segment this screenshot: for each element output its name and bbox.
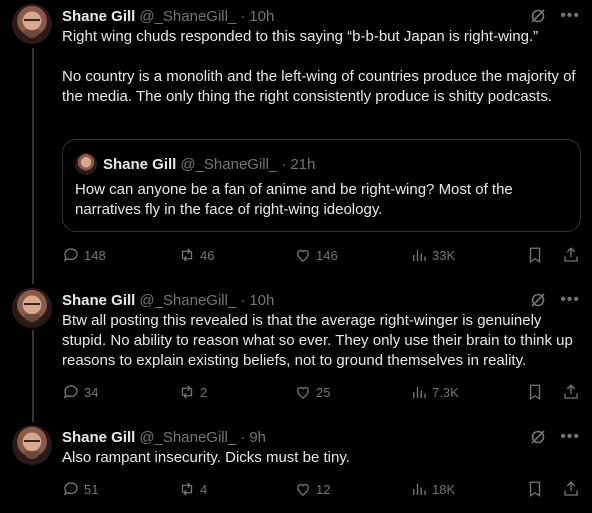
like-icon: [297, 483, 309, 496]
repost-count: 2: [200, 384, 208, 400]
tweet-text: Right wing chuds responded to this sayin…: [62, 28, 576, 105]
like-count: 12: [316, 481, 331, 497]
avatar[interactable]: [12, 4, 52, 44]
tweet-header: Shane Gill @_ShaneGill_ · 10h •••: [62, 290, 580, 310]
views-icon: [413, 483, 426, 495]
avatar[interactable]: [12, 288, 52, 328]
quote-header: Shane Gill @_ShaneGill_ · 21h: [103, 153, 315, 175]
views-button[interactable]: 33K: [410, 246, 526, 264]
author-handle[interactable]: @_ShaneGill_: [139, 292, 236, 309]
reply-icon: [63, 385, 78, 399]
like-button[interactable]: 25: [294, 383, 410, 401]
action-bar: 34 2 25 7.3K: [62, 382, 580, 402]
author-name[interactable]: Shane Gill: [62, 292, 135, 309]
tweet-text: Btw all posting this revealed is that th…: [62, 312, 578, 369]
repost-icon: [181, 385, 193, 399]
views-icon: [413, 249, 426, 261]
repost-button[interactable]: 2: [178, 383, 294, 401]
grok-icon[interactable]: [530, 292, 546, 308]
reply-button[interactable]: 148: [62, 246, 178, 264]
author-handle[interactable]: @_ShaneGill_: [139, 429, 236, 446]
action-bar: 148 46 146 33K: [62, 245, 580, 265]
author-name[interactable]: Shane Gill: [62, 8, 135, 25]
reply-count: 51: [84, 481, 99, 497]
tweet-2[interactable]: Shane Gill @_ShaneGill_ · 10h ••• Btw al…: [0, 284, 592, 418]
quote-avatar: [75, 153, 97, 175]
views-icon: [413, 386, 426, 398]
repost-count: 46: [200, 247, 215, 263]
like-button[interactable]: 146: [294, 246, 410, 264]
repost-icon: [181, 248, 193, 262]
like-button[interactable]: 12: [294, 480, 410, 498]
reply-icon: [63, 482, 78, 496]
quoted-tweet[interactable]: Shane Gill @_ShaneGill_ · 21h How can an…: [62, 139, 581, 232]
reply-count: 34: [84, 384, 99, 400]
views-count: 7.3K: [432, 384, 459, 400]
timestamp[interactable]: 10h: [249, 292, 274, 309]
more-icon[interactable]: •••: [560, 292, 580, 308]
bookmark-icon[interactable]: [526, 383, 544, 401]
action-bar: 51 4 12 18K: [62, 479, 580, 499]
tweet-text: Also rampant insecurity. Dicks must be t…: [62, 449, 350, 466]
reply-button[interactable]: 34: [62, 383, 178, 401]
grok-icon[interactable]: [530, 8, 546, 24]
separator-dot: ·: [281, 155, 287, 173]
views-count: 33K: [432, 247, 456, 263]
repost-count: 4: [200, 481, 208, 497]
reply-count: 148: [84, 247, 106, 263]
separator-dot: ·: [240, 7, 246, 25]
tweet-1[interactable]: Shane Gill @_ShaneGill_ · 10h ••• Right …: [0, 0, 592, 280]
bookmark-icon[interactable]: [526, 246, 544, 264]
like-count: 146: [316, 247, 338, 263]
timestamp[interactable]: 10h: [249, 8, 274, 25]
quote-timestamp: 21h: [290, 155, 316, 173]
views-button[interactable]: 18K: [410, 480, 526, 498]
repost-icon: [181, 482, 193, 496]
share-icon[interactable]: [562, 480, 580, 498]
more-icon[interactable]: •••: [560, 429, 580, 445]
quote-text: How can anyone be a fan of anime and be …: [75, 181, 513, 218]
repost-button[interactable]: 46: [178, 246, 294, 264]
views-count: 18K: [432, 481, 456, 497]
repost-button[interactable]: 4: [178, 480, 294, 498]
avatar[interactable]: [12, 425, 52, 465]
separator-dot: ·: [240, 291, 246, 309]
reply-icon: [63, 248, 78, 262]
like-icon: [297, 249, 309, 262]
author-handle[interactable]: @_ShaneGill_: [139, 8, 236, 25]
author-name[interactable]: Shane Gill: [62, 429, 135, 446]
bookmark-icon[interactable]: [526, 480, 544, 498]
tweet-3[interactable]: Shane Gill @_ShaneGill_ · 9h ••• Also ra…: [0, 421, 592, 513]
share-icon[interactable]: [562, 383, 580, 401]
tweet-header: Shane Gill @_ShaneGill_ · 10h •••: [62, 6, 580, 26]
timestamp[interactable]: 9h: [249, 429, 266, 446]
share-icon[interactable]: [562, 246, 580, 264]
grok-icon[interactable]: [530, 429, 546, 445]
quote-author-name: Shane Gill: [103, 155, 177, 173]
tweet-header: Shane Gill @_ShaneGill_ · 9h •••: [62, 427, 580, 447]
reply-button[interactable]: 51: [62, 480, 178, 498]
views-button[interactable]: 7.3K: [410, 383, 526, 401]
like-count: 25: [316, 384, 331, 400]
like-icon: [297, 386, 309, 399]
more-icon[interactable]: •••: [560, 8, 580, 24]
separator-dot: ·: [240, 428, 246, 446]
quote-author-handle: @_ShaneGill_: [180, 155, 278, 173]
